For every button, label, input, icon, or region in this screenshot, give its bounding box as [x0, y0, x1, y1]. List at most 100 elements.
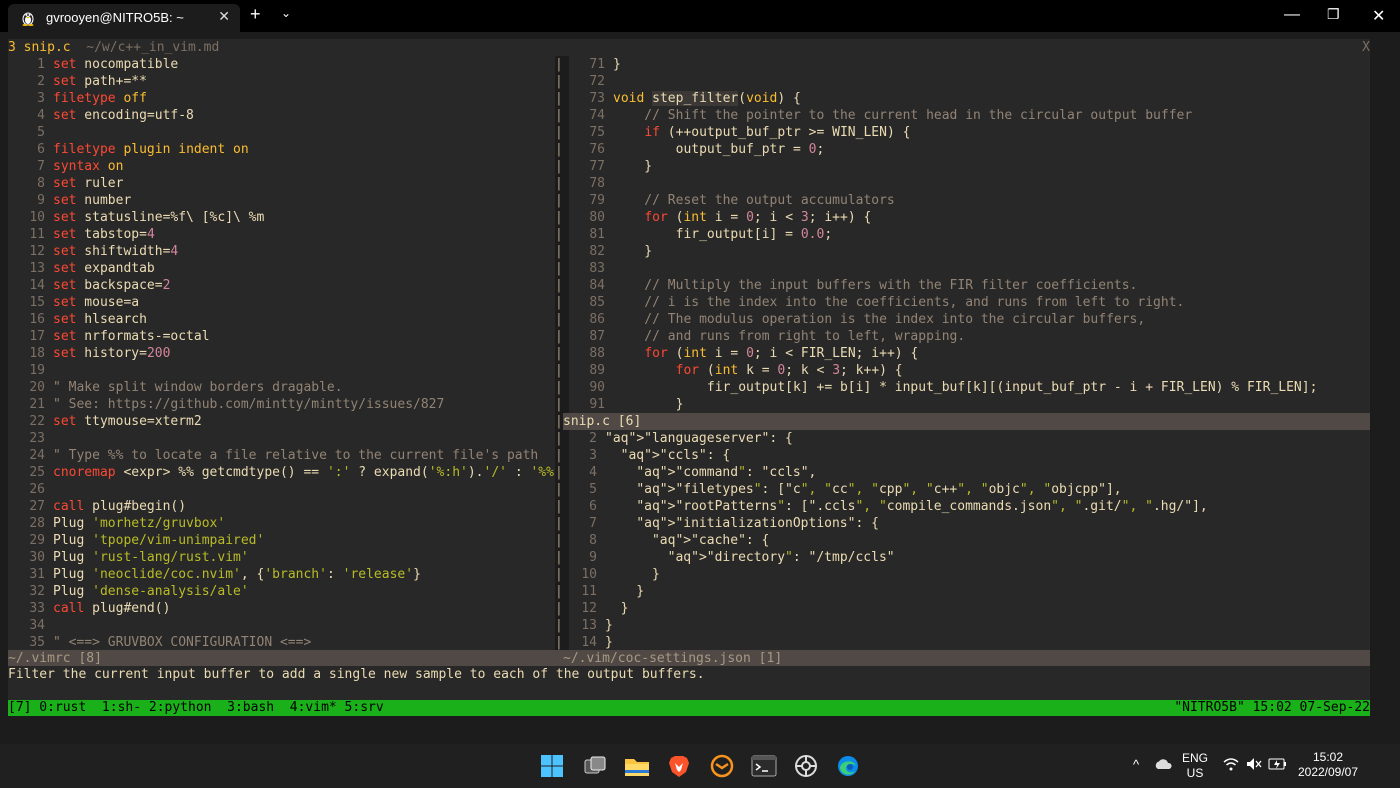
new-tab-button[interactable]: +	[250, 4, 261, 25]
line-number[interactable]: 2	[8, 73, 53, 90]
code-line[interactable]: 2set path+=**	[8, 73, 555, 90]
line-number[interactable]: 7	[569, 515, 605, 532]
code-line[interactable]: 20" Make split window borders dragable.	[8, 379, 555, 396]
code-line[interactable]: 85 // i is the index into the coefficien…	[569, 294, 1370, 311]
code-line[interactable]: 14}	[569, 634, 1370, 650]
line-number[interactable]: 90	[569, 379, 613, 396]
line-number[interactable]: 11	[569, 583, 605, 600]
line-number[interactable]: 6	[8, 141, 53, 158]
line-number[interactable]: 3	[8, 90, 53, 107]
line-number[interactable]: 19	[8, 362, 53, 379]
settings-app-icon[interactable]	[792, 752, 820, 780]
code-line[interactable]: 3 "aq">"ccls": {	[569, 447, 1370, 464]
code-line[interactable]: 32Plug 'dense-analysis/ale'	[8, 583, 555, 600]
code-line[interactable]: 10set statusline=%f\ [%c]\ %m	[8, 209, 555, 226]
speaker-muted-icon[interactable]	[1246, 757, 1262, 774]
minimize-button[interactable]: —	[1284, 6, 1300, 24]
line-number[interactable]: 2	[569, 430, 605, 447]
line-number[interactable]: 91	[569, 396, 613, 413]
code-line[interactable]: 29Plug 'tpope/vim-unimpaired'	[8, 532, 555, 549]
line-number[interactable]: 14	[569, 634, 605, 650]
line-number[interactable]: 76	[569, 141, 613, 158]
code-line[interactable]: 82 }	[569, 243, 1370, 260]
line-number[interactable]: 82	[569, 243, 613, 260]
code-line[interactable]: 76 output_buf_ptr = 0;	[569, 141, 1370, 158]
line-number[interactable]: 10	[569, 566, 605, 583]
line-number[interactable]: 74	[569, 107, 613, 124]
right-bottom-statusline[interactable]: ~/.vim/coc-settings.json [1]	[563, 650, 1370, 667]
code-line[interactable]: 5	[8, 124, 555, 141]
tabline-close-icon[interactable]: X	[1362, 39, 1370, 56]
code-line[interactable]: 72	[569, 73, 1370, 90]
line-number[interactable]: 12	[8, 243, 53, 260]
code-line[interactable]: 7 "aq">"initializationOptions": {	[569, 515, 1370, 532]
line-number[interactable]: 89	[569, 362, 613, 379]
line-number[interactable]: 30	[8, 549, 53, 566]
code-line[interactable]: 30Plug 'rust-lang/rust.vim'	[8, 549, 555, 566]
code-line[interactable]: 25cnoremap <expr> %% getcmdtype() == ':'…	[8, 464, 555, 481]
code-line[interactable]: 18set history=200	[8, 345, 555, 362]
code-line[interactable]: 21" See: https://github.com/mintty/mintt…	[8, 396, 555, 413]
line-number[interactable]: 29	[8, 532, 53, 549]
tab-dropdown-icon[interactable]: ⌄	[281, 6, 291, 20]
left-editor-pane[interactable]: 1set nocompatible2set path+=**3filetype …	[8, 56, 555, 650]
terminal-area[interactable]: 3 snip.c ~/w/c++_in_vim.mdX 1set nocompa…	[0, 32, 1400, 744]
line-number[interactable]: 13	[569, 617, 605, 634]
line-number[interactable]: 26	[8, 481, 53, 498]
line-number[interactable]: 11	[8, 226, 53, 243]
tab-filename[interactable]: snip.c	[24, 40, 71, 55]
line-number[interactable]: 9	[8, 192, 53, 209]
code-line[interactable]: 11 }	[569, 583, 1370, 600]
code-line[interactable]: 71}	[569, 56, 1370, 73]
line-number[interactable]: 12	[569, 600, 605, 617]
line-number[interactable]: 15	[8, 294, 53, 311]
line-number[interactable]: 18	[8, 345, 53, 362]
file-explorer-icon[interactable]	[623, 752, 651, 780]
brave-browser-icon[interactable]	[665, 752, 693, 780]
line-number[interactable]: 9	[569, 549, 605, 566]
code-line[interactable]: 83	[569, 260, 1370, 277]
code-line[interactable]: 79 // Reset the output accumulators	[569, 192, 1370, 209]
code-line[interactable]: 26	[8, 481, 555, 498]
battery-icon[interactable]	[1268, 758, 1288, 773]
code-line[interactable]: 87 // and runs from right to left, wrapp…	[569, 328, 1370, 345]
line-number[interactable]: 7	[8, 158, 53, 175]
line-number[interactable]: 75	[569, 124, 613, 141]
code-line[interactable]: 74 // Shift the pointer to the current h…	[569, 107, 1370, 124]
line-number[interactable]: 80	[569, 209, 613, 226]
code-line[interactable]: 2"aq">"languageserver": {	[569, 430, 1370, 447]
code-line[interactable]: 17set nrformats-=octal	[8, 328, 555, 345]
code-line[interactable]: 13set expandtab	[8, 260, 555, 277]
line-number[interactable]: 8	[8, 175, 53, 192]
code-line[interactable]: 13}	[569, 617, 1370, 634]
line-number[interactable]: 33	[8, 600, 53, 617]
code-line[interactable]: 28Plug 'morhetz/gruvbox'	[8, 515, 555, 532]
vertical-split-border[interactable]: | | | | | | | | | | | | | | | | | | | | …	[555, 56, 569, 650]
line-number[interactable]: 24	[8, 447, 53, 464]
code-line[interactable]: 14set backspace=2	[8, 277, 555, 294]
line-number[interactable]: 73	[569, 90, 613, 107]
code-line[interactable]: 9 "aq">"directory": "/tmp/ccls"	[569, 549, 1370, 566]
maximize-button[interactable]: ❐	[1327, 6, 1340, 23]
windows-start-icon[interactable]	[538, 752, 566, 780]
line-number[interactable]: 23	[8, 430, 53, 447]
code-line[interactable]: 78	[569, 175, 1370, 192]
code-line[interactable]: 11set tabstop=4	[8, 226, 555, 243]
line-number[interactable]: 81	[569, 226, 613, 243]
code-line[interactable]: 10 }	[569, 566, 1370, 583]
line-number[interactable]: 28	[8, 515, 53, 532]
line-number[interactable]: 6	[569, 498, 605, 515]
code-line[interactable]: 80 for (int i = 0; i < 3; i++) {	[569, 209, 1370, 226]
code-line[interactable]: 8 "aq">"cache": {	[569, 532, 1370, 549]
code-line[interactable]: 91 }	[569, 396, 1370, 413]
line-number[interactable]: 4	[8, 107, 53, 124]
code-line[interactable]: 9set number	[8, 192, 555, 209]
task-view-icon[interactable]	[581, 752, 609, 780]
line-number[interactable]: 78	[569, 175, 613, 192]
line-number[interactable]: 4	[569, 464, 605, 481]
clock[interactable]: 15:022022/09/07	[1296, 750, 1360, 780]
line-number[interactable]: 86	[569, 311, 613, 328]
code-line[interactable]: 35" <==> GRUVBOX CONFIGURATION <==>	[8, 634, 555, 650]
code-line[interactable]: 6filetype plugin indent on	[8, 141, 555, 158]
line-number[interactable]: 1	[8, 56, 53, 73]
